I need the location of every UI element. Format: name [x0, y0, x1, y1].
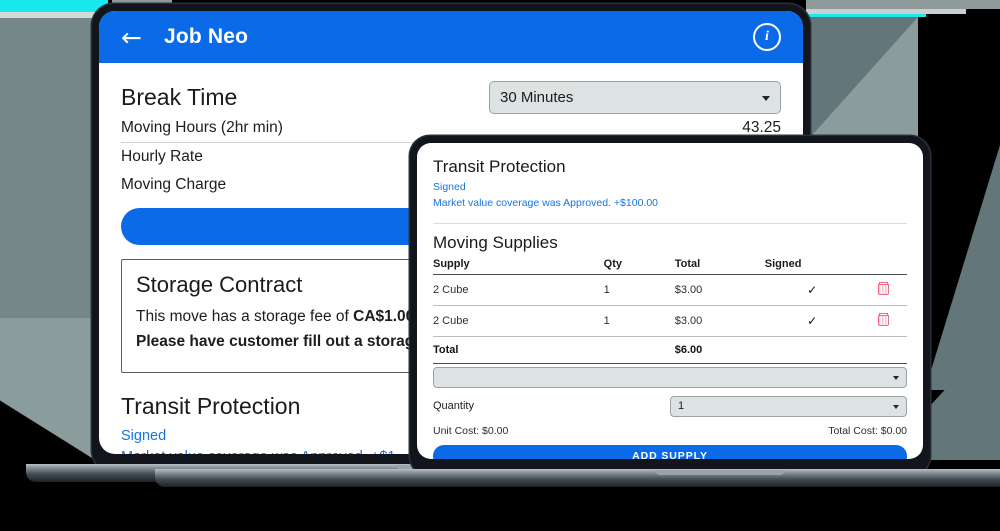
transit-protection-detail[interactable]: Market value coverage was Approved. +$10…: [433, 196, 907, 212]
cell-signed: ✓: [764, 274, 860, 306]
screenshot-stage: ← Job Neo i Break Time 30 Minutes Moving…: [0, 0, 1000, 531]
laptop-front: Transit Protection Signed Market value c…: [155, 136, 1000, 496]
table-body: 2 Cube 1 $3.00 ✓ 2 Cube 1 $3.00 ✓ Total …: [433, 274, 907, 364]
table-head: Supply Qty Total Signed: [433, 257, 907, 275]
cell-delete: [859, 305, 907, 337]
page-title: Job Neo: [163, 25, 249, 48]
cell-qty: 1: [603, 305, 675, 337]
divider: [433, 222, 907, 224]
break-time-select-wrap: 30 Minutes: [489, 81, 781, 114]
break-time-row: Break Time 30 Minutes: [121, 81, 781, 114]
cell-supply: 2 Cube: [433, 274, 604, 306]
cell-total-spacer: [603, 336, 675, 364]
total-cost-label: Total Cost: $0.00: [828, 424, 907, 437]
add-supply-button[interactable]: ADD SUPPLY: [433, 444, 907, 459]
arrow-left-icon[interactable]: ←: [121, 25, 142, 50]
storage-fee-prefix: This move has a storage fee of: [136, 308, 354, 325]
column-header-qty: Qty: [603, 257, 675, 275]
app-header: ← Job Neo i: [99, 11, 803, 63]
cell-qty: 1: [603, 274, 675, 306]
trash-icon[interactable]: [877, 312, 889, 326]
unit-cost-label: Unit Cost: $0.00: [433, 424, 509, 437]
cell-total-value: $6.00: [674, 336, 765, 364]
storage-fee-amount: CA$1.00: [353, 308, 415, 325]
cell-total-label: Total: [433, 336, 604, 364]
laptop-front-base-notch: [655, 470, 785, 475]
column-header-signed: Signed: [764, 257, 860, 275]
check-icon: ✓: [807, 313, 818, 328]
cell-total: $3.00: [674, 274, 765, 306]
trash-icon[interactable]: [877, 281, 889, 295]
table-row: 2 Cube 1 $3.00 ✓: [433, 274, 907, 306]
quantity-row: Quantity 1: [433, 395, 907, 417]
break-time-label: Break Time: [121, 84, 238, 110]
moving-supplies-title: Moving Supplies: [433, 232, 558, 252]
break-time-select[interactable]: 30 Minutes: [489, 81, 781, 114]
table-header-row: Supply Qty Total Signed: [433, 257, 907, 275]
cell-signed: ✓: [764, 305, 860, 337]
laptop-front-base: [155, 469, 1000, 487]
column-header-total: Total: [674, 257, 765, 275]
info-circle-icon[interactable]: i: [753, 23, 781, 51]
laptop-front-bezel: Transit Protection Signed Market value c…: [410, 136, 930, 476]
cost-row: Unit Cost: $0.00 Total Cost: $0.00: [433, 425, 907, 437]
cell-delete: [859, 274, 907, 306]
column-header-actions: [859, 257, 907, 275]
cell-total-spacer-2: [764, 336, 860, 364]
charge-label: Moving Charge: [121, 176, 227, 193]
quantity-select-wrap: 1: [670, 395, 907, 417]
transit-protection-status[interactable]: Signed: [433, 180, 907, 196]
column-header-supply: Supply: [433, 257, 604, 275]
charge-value: 43.25: [742, 119, 781, 136]
laptop-front-screen: Transit Protection Signed Market value c…: [417, 143, 923, 459]
quantity-label: Quantity: [433, 400, 474, 412]
supply-select[interactable]: [433, 366, 907, 388]
cell-total: $3.00: [674, 305, 765, 337]
table-row: 2 Cube 1 $3.00 ✓: [433, 305, 907, 337]
transit-protection-title: Transit Protection: [433, 157, 566, 176]
moving-supplies-table: Supply Qty Total Signed 2 Cube 1 $3.00 ✓…: [433, 257, 907, 364]
background-strip-right: [806, 0, 1000, 9]
front-screen-content: Transit Protection Signed Market value c…: [417, 143, 923, 459]
charge-label: Hourly Rate: [121, 148, 203, 165]
quantity-select[interactable]: 1: [670, 395, 907, 417]
cell-supply: 2 Cube: [433, 305, 604, 337]
table-total-row: Total $6.00: [433, 336, 907, 364]
check-icon: ✓: [807, 282, 818, 297]
supply-select-wrap: [433, 366, 907, 388]
charge-label: Moving Hours (2hr min): [121, 119, 283, 136]
cell-total-spacer-3: [859, 336, 907, 364]
